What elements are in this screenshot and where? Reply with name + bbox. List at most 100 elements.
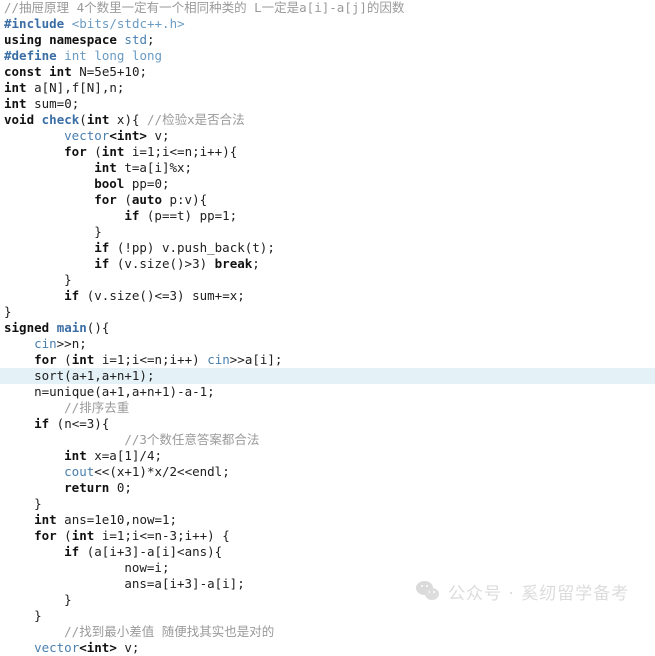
code-token-plain: i=1;i<=n-3;i++) { [94,528,230,543]
code-line[interactable]: if (!pp) v.push_back(t); [0,240,655,256]
code-line[interactable]: for (auto p:v){ [0,192,655,208]
code-line[interactable]: } [0,224,655,240]
code-token-plain: } [94,224,102,239]
code-line[interactable]: vector<int> v; [0,128,655,144]
code-token-kw: return [64,480,110,495]
code-line[interactable]: for (int i=1;i<=n;i++){ [0,144,655,160]
code-line[interactable]: #define int long long [0,48,655,64]
code-line[interactable]: for (int i=1;i<=n-3;i++) { [0,528,655,544]
code-line[interactable]: int t=a[i]%x; [0,160,655,176]
code-token-comment: //抽屉原理 4个数里一定有一个相同种类的 L一定是a[i]-a[j]的因数 [4,0,405,15]
code-token-plain: ; [147,32,155,47]
code-token-plain: <<(x+1)*x/2<<endl; [94,464,230,479]
code-token-kw: if [124,208,140,223]
code-token-id: std [124,32,147,47]
code-token-comment: //排序去重 [64,400,130,415]
code-token-kw: for [64,144,87,159]
code-token-plain: (p==t) pp=1; [139,208,238,223]
code-token-fn: main [56,320,87,335]
code-token-plain: } [34,608,42,623]
code-line[interactable]: if (a[i+3]-a[i]<ans){ [0,544,655,560]
code-line[interactable]: ans=a[i+3]-a[i]; [0,576,655,592]
code-token-plain: ans=1e10,now=1; [56,512,178,527]
code-line[interactable]: if (v.size()<=3) sum+=x; [0,288,655,304]
code-token-plain: } [64,272,72,287]
code-token-kw: const int [4,64,72,79]
code-line[interactable]: void check(int x){ //检验x是否合法 [0,112,655,128]
code-token-id: vector [34,640,80,655]
code-line[interactable]: //找到最小差值 随便找其实也是对的 [0,624,655,640]
code-line[interactable]: return 0; [0,480,655,496]
code-token-kw: auto [131,192,162,207]
code-token-kw: <int> [79,640,117,655]
code-token-kw: int [4,80,27,95]
code-token-id: cout [64,464,95,479]
code-token-kw: int [4,96,27,111]
code-token-plain: } [4,304,12,319]
code-line[interactable]: //排序去重 [0,400,655,416]
code-token-plain: i=1;i<=n;i++){ [124,144,238,159]
code-token-plain: } [34,496,42,511]
code-token-type: <bits/stdc++.h> [71,16,185,31]
code-line[interactable]: int sum=0; [0,96,655,112]
code-listing[interactable]: //抽屉原理 4个数里一定有一个相同种类的 L一定是a[i]-a[j]的因数 #i… [0,0,655,655]
code-token-plain: a[N],f[N],n; [26,80,125,95]
code-token-plain: ( [56,528,72,543]
code-token-comment: //检验x是否合法 [147,112,245,127]
code-token-plain: i=1;i<=n;i++) [94,352,208,367]
code-line[interactable]: sort(a+1,a+n+1); [0,368,655,384]
code-line[interactable]: int x=a[1]/4; [0,448,655,464]
code-token-plain: ( [86,144,102,159]
code-token-kw: bool [94,176,125,191]
code-line[interactable]: for (int i=1;i<=n;i++) cin>>a[i]; [0,352,655,368]
code-line[interactable]: } [0,608,655,624]
code-line[interactable]: } [0,592,655,608]
code-token-kw: for [34,352,57,367]
code-line[interactable]: using namespace std; [0,32,655,48]
code-line[interactable]: if (n<=3){ [0,416,655,432]
code-line[interactable]: cout<<(x+1)*x/2<<endl; [0,464,655,480]
code-line[interactable]: if (v.size()>3) break; [0,256,655,272]
code-line[interactable]: } [0,272,655,288]
code-line[interactable]: const int N=5e5+10; [0,64,655,80]
code-token-kw: for [34,528,57,543]
code-line[interactable]: now=i; [0,560,655,576]
code-line[interactable]: int ans=1e10,now=1; [0,512,655,528]
code-token-comment: //3个数任意答案都合法 [124,432,260,447]
code-line[interactable]: if (p==t) pp=1; [0,208,655,224]
code-line[interactable]: } [0,496,655,512]
code-token-comment: //找到最小差值 随便找其实也是对的 [64,624,275,639]
code-token-id: cin [34,336,57,351]
code-token-plain: p:v){ [161,192,208,207]
code-line[interactable]: #include <bits/stdc++.h> [0,16,655,32]
code-line[interactable]: bool pp=0; [0,176,655,192]
code-token-plain: sum=0; [26,96,80,111]
code-token-id: vector [64,128,110,143]
code-line[interactable]: cin>>n; [0,336,655,352]
code-line[interactable]: vector<int> v; [0,640,655,656]
code-line[interactable]: //3个数任意答案都合法 [0,432,655,448]
code-token-plain: ans=a[i+3]-a[i]; [124,576,245,591]
code-token-kw: int [101,144,125,159]
code-token-plain: pp=0; [124,176,170,191]
code-token-kw: if [94,240,110,255]
code-line[interactable]: int a[N],f[N],n; [0,80,655,96]
code-token-plain: >>a[i]; [229,352,283,367]
code-token-kw: <int> [109,128,147,143]
code-line[interactable]: } [0,304,655,320]
code-token-kw: int [94,160,117,175]
code-line[interactable]: signed main(){ [0,320,655,336]
code-token-plain: (!pp) v.push_back(t); [109,240,275,255]
code-token-plain: >>n; [56,336,87,351]
code-token-kw: using namespace [4,32,117,47]
code-token-plain: x){ [109,112,148,127]
code-token-kw: if [64,544,80,559]
code-token-type: int long long [64,48,163,63]
code-token-kw: int [71,352,95,367]
code-token-plain: (v.size()<=3) sum+=x; [79,288,245,303]
code-line[interactable]: n=unique(a+1,a+n+1)-a-1; [0,384,655,400]
code-token-kw: int [64,448,87,463]
code-line[interactable]: //抽屉原理 4个数里一定有一个相同种类的 L一定是a[i]-a[j]的因数 [0,0,655,16]
